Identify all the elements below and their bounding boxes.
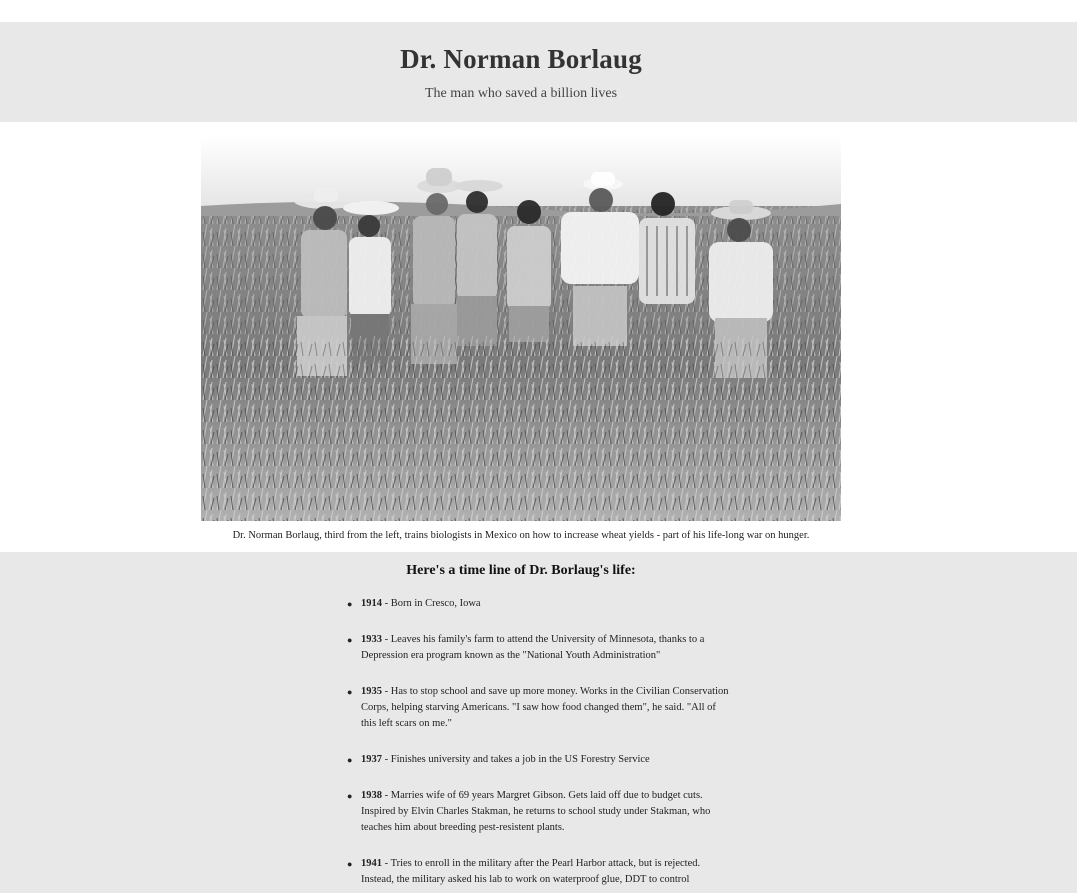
- bullet-icon: ●: [347, 687, 353, 697]
- borlaug-photo: [201, 136, 841, 521]
- timeline-separator: -: [382, 858, 391, 869]
- timeline-text: Tries to enroll in the military after th…: [361, 858, 701, 885]
- timeline-item: ● 1937 - Finishes university and takes a…: [347, 752, 731, 768]
- timeline-item: ● 1935 - Has to stop school and save up …: [347, 684, 731, 732]
- photo-caption: Dr. Norman Borlaug, third from the left,…: [232, 530, 810, 541]
- timeline-year: 1941: [361, 858, 382, 869]
- timeline-separator: -: [382, 598, 391, 609]
- page-tagline: The man who saved a billion lives: [424, 86, 618, 101]
- timeline-text: Has to stop school and save up more mone…: [361, 686, 729, 729]
- timeline-item: ● 1914 - Born in Cresco, Iowa: [347, 596, 731, 612]
- bullet-icon: ●: [347, 859, 353, 869]
- timeline-year: 1935: [361, 686, 382, 697]
- timeline-text: Finishes university and takes a job in t…: [390, 754, 650, 765]
- timeline-list: ● 1914 - Born in Cresco, Iowa ● 1933 - L…: [346, 596, 731, 893]
- timeline-text: Born in Cresco, Iowa: [390, 598, 481, 609]
- timeline-item: ● 1941 - Tries to enroll in the military…: [347, 856, 731, 888]
- bullet-icon: ●: [347, 635, 353, 645]
- timeline-separator: -: [382, 754, 391, 765]
- bullet-icon: ●: [347, 599, 353, 609]
- timeline-year: 1937: [361, 754, 382, 765]
- page-title: Dr. Norman Borlaug: [400, 44, 642, 74]
- timeline-text: Leaves his family's farm to attend the U…: [361, 634, 705, 661]
- page: Dr. Norman Borlaug The man who saved a b…: [0, 0, 1077, 893]
- timeline-separator: -: [382, 790, 391, 801]
- timeline-separator: -: [382, 634, 391, 645]
- bullet-icon: ●: [347, 791, 353, 801]
- timeline-item: ● 1938 - Marries wife of 69 years Margre…: [347, 788, 731, 836]
- bullet-icon: ●: [347, 755, 353, 765]
- page-header: Dr. Norman Borlaug The man who saved a b…: [0, 22, 1077, 122]
- timeline-year: 1938: [361, 790, 382, 801]
- timeline-item: ● 1933 - Leaves his family's farm to att…: [347, 632, 731, 664]
- timeline-year: 1933: [361, 634, 382, 645]
- timeline-year: 1914: [361, 598, 382, 609]
- timeline-heading: Here's a time line of Dr. Borlaug's life…: [406, 563, 636, 578]
- timeline-text: Marries wife of 69 years Margret Gibson.…: [361, 790, 711, 833]
- timeline-section: Here's a time line of Dr. Borlaug's life…: [0, 552, 1077, 893]
- timeline-separator: -: [382, 686, 391, 697]
